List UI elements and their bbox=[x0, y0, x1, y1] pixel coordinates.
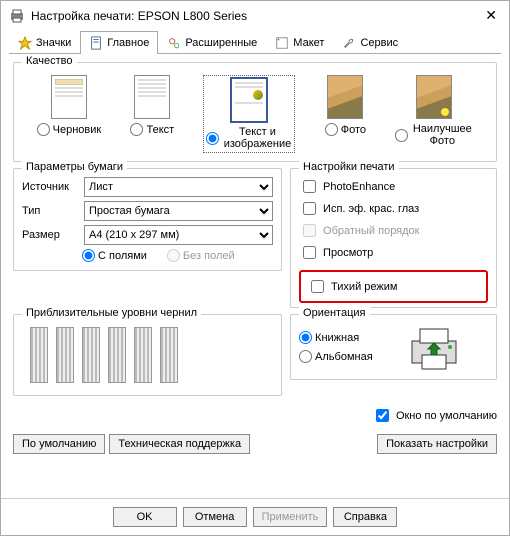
print-settings-group: Настройки печати PhotoEnhance Исп. эф. к… bbox=[290, 168, 497, 308]
quality-photo[interactable]: Фото bbox=[325, 75, 366, 153]
printer-illustration bbox=[404, 323, 464, 371]
wrench-icon bbox=[342, 36, 356, 50]
tab-content: Качество Черновик Текст Текст и изображе… bbox=[1, 54, 509, 498]
show-settings-button[interactable]: Показать настройки bbox=[377, 434, 497, 454]
preview-check: Просмотр bbox=[299, 243, 488, 262]
best-photo-thumb bbox=[416, 75, 452, 119]
portrait-radio[interactable]: Книжная bbox=[299, 331, 373, 344]
source-label: Источник bbox=[22, 181, 78, 193]
titlebar: Настройка печати: EPSON L800 Series ✕ bbox=[1, 1, 509, 30]
star-icon bbox=[18, 36, 32, 50]
layout-icon bbox=[275, 36, 289, 50]
reverse-check: Обратный порядок bbox=[299, 221, 488, 240]
quality-draft[interactable]: Черновик bbox=[37, 75, 102, 153]
tab-layout[interactable]: Макет bbox=[266, 31, 333, 54]
landscape-radio[interactable]: Альбомная bbox=[299, 350, 373, 363]
ink-bar bbox=[30, 327, 48, 383]
tab-service[interactable]: Сервис bbox=[333, 31, 407, 54]
margins-radio[interactable]: С полями bbox=[82, 249, 147, 262]
redeye-check: Исп. эф. крас. глаз bbox=[299, 199, 488, 218]
ink-bar bbox=[82, 327, 100, 383]
window-title: Настройка печати: EPSON L800 Series bbox=[31, 9, 481, 23]
ink-bar bbox=[134, 327, 152, 383]
photoenhance-check: PhotoEnhance bbox=[299, 177, 488, 196]
gears-icon bbox=[167, 36, 181, 50]
quality-label: Качество bbox=[22, 55, 77, 67]
cancel-button[interactable]: Отмена bbox=[183, 507, 247, 527]
defaults-button[interactable]: По умолчанию bbox=[13, 434, 105, 454]
size-label: Размер bbox=[22, 229, 78, 241]
ink-group: Приблизительные уровни чернил bbox=[13, 314, 282, 396]
paper-label: Параметры бумаги bbox=[22, 161, 127, 173]
no-margins-radio[interactable]: Без полей bbox=[167, 249, 235, 262]
source-select[interactable]: Лист bbox=[84, 177, 273, 197]
type-label: Тип bbox=[22, 205, 78, 217]
photo-thumb bbox=[327, 75, 363, 119]
text-thumb bbox=[134, 75, 170, 119]
quality-group: Качество Черновик Текст Текст и изображе… bbox=[13, 62, 497, 162]
tab-bar: Значки Главное Расширенные Макет Сервис bbox=[9, 30, 501, 54]
orientation-group: Ориентация Книжная Альбомная bbox=[290, 314, 497, 380]
tab-main[interactable]: Главное bbox=[80, 31, 158, 54]
type-select[interactable]: Простая бумага bbox=[84, 201, 273, 221]
default-window-check[interactable]: Окно по умолчанию bbox=[372, 406, 497, 425]
print-settings-window: Настройка печати: EPSON L800 Series ✕ Зн… bbox=[0, 0, 510, 536]
quality-text[interactable]: Текст bbox=[130, 75, 174, 153]
text-image-thumb bbox=[231, 78, 267, 122]
orientation-label: Ориентация bbox=[299, 307, 369, 319]
ink-label: Приблизительные уровни чернил bbox=[22, 307, 201, 319]
printer-icon bbox=[9, 8, 25, 24]
document-icon bbox=[89, 36, 103, 50]
quality-text-image[interactable]: Текст и изображение bbox=[203, 75, 295, 153]
tab-advanced[interactable]: Расширенные bbox=[158, 31, 266, 54]
dialog-footer: OK Отмена Применить Справка bbox=[1, 498, 509, 535]
draft-thumb bbox=[51, 75, 87, 119]
ink-levels bbox=[22, 323, 273, 387]
paper-group: Параметры бумаги ИсточникЛист ТипПростая… bbox=[13, 168, 282, 271]
ink-bar bbox=[160, 327, 178, 383]
print-settings-label: Настройки печати bbox=[299, 161, 399, 173]
help-button[interactable]: Справка bbox=[333, 507, 397, 527]
apply-button[interactable]: Применить bbox=[253, 507, 328, 527]
ink-bar bbox=[108, 327, 126, 383]
tech-support-button[interactable]: Техническая поддержка bbox=[109, 434, 250, 454]
ink-bar bbox=[56, 327, 74, 383]
ok-button[interactable]: OK bbox=[113, 507, 177, 527]
quiet-check: Тихий режим bbox=[307, 277, 480, 296]
size-select[interactable]: A4 (210 x 297 мм) bbox=[84, 225, 273, 245]
quality-best-photo[interactable]: Наилучшее Фото bbox=[395, 75, 473, 153]
quiet-mode-highlight: Тихий режим bbox=[299, 270, 488, 303]
tab-icons[interactable]: Значки bbox=[9, 31, 80, 54]
close-button[interactable]: ✕ bbox=[481, 7, 501, 24]
